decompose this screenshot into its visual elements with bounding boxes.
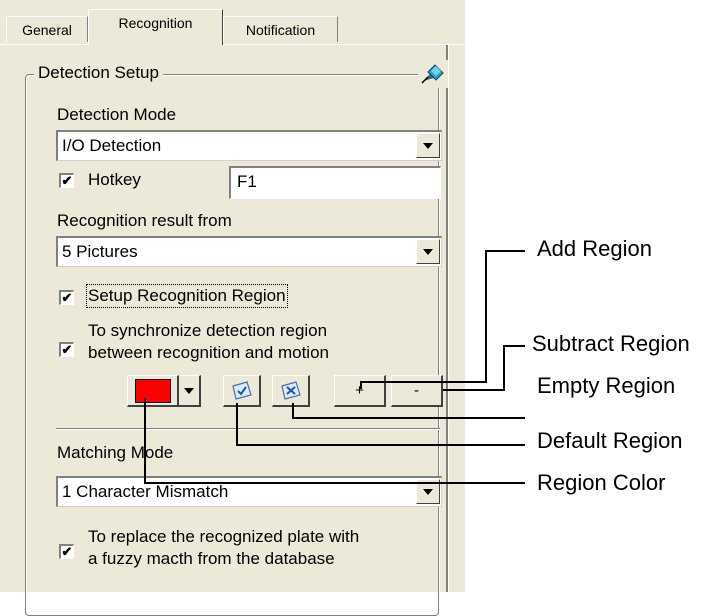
tab-notification[interactable]: Notification bbox=[223, 16, 338, 42]
callout-line bbox=[443, 389, 505, 391]
callout-line bbox=[236, 403, 238, 446]
sync-label-line1: To synchronize detection region bbox=[88, 321, 328, 340]
callout-default-region: Default Region bbox=[537, 428, 683, 453]
setup-region-label[interactable]: Setup Recognition Region bbox=[86, 284, 288, 308]
separator bbox=[56, 428, 440, 429]
detection-mode-label: Detection Mode bbox=[57, 105, 177, 124]
matching-mode-value: 1 Character Mismatch bbox=[62, 482, 229, 501]
callout-subtract-region: Subtract Region bbox=[532, 331, 690, 356]
tab-bar: General Recognition Notification bbox=[0, 0, 465, 46]
empty-region-icon bbox=[280, 380, 301, 400]
detection-mode-select[interactable]: I/O Detection bbox=[56, 130, 442, 161]
hotkey-input[interactable]: F1 bbox=[229, 166, 441, 199]
subtract-region-button[interactable]: - bbox=[391, 375, 443, 407]
matching-mode-select[interactable]: 1 Character Mismatch bbox=[56, 476, 442, 507]
sync-label-line2: between recognition and motion bbox=[88, 343, 329, 362]
callout-line bbox=[236, 444, 525, 446]
callout-line bbox=[485, 250, 487, 382]
group-title: Detection Setup bbox=[34, 63, 163, 83]
callout-line bbox=[360, 381, 362, 389]
callout-line bbox=[360, 381, 487, 383]
dropdown-arrow-icon[interactable] bbox=[416, 133, 440, 158]
tab-divider bbox=[0, 44, 465, 45]
callout-line bbox=[144, 482, 525, 484]
callout-add-region: Add Region bbox=[537, 236, 652, 261]
fuzzy-label-line1: To replace the recognized plate with bbox=[88, 527, 360, 546]
recognition-result-select[interactable]: 5 Pictures bbox=[56, 236, 442, 267]
callout-line bbox=[292, 417, 525, 419]
callout-line bbox=[485, 250, 525, 252]
default-region-button[interactable] bbox=[223, 375, 261, 407]
tab-recognition[interactable]: Recognition bbox=[88, 9, 223, 45]
dropdown-arrow-icon[interactable] bbox=[416, 239, 440, 264]
region-color-button[interactable] bbox=[127, 375, 179, 407]
hotkey-checkbox[interactable]: ✔ bbox=[59, 173, 74, 188]
settings-panel: General Recognition Notification Detecti… bbox=[0, 0, 465, 616]
recognition-result-label: Recognition result from bbox=[57, 211, 232, 230]
empty-region-button[interactable] bbox=[272, 375, 310, 407]
region-color-swatch bbox=[134, 378, 171, 403]
recognition-result-value: 5 Pictures bbox=[62, 242, 138, 261]
fuzzy-match-checkbox[interactable]: ✔ bbox=[59, 544, 74, 559]
callout-line bbox=[503, 345, 525, 347]
fuzzy-label-line2: a fuzzy macth from the database bbox=[88, 549, 335, 568]
pin-button[interactable] bbox=[418, 60, 448, 88]
hotkey-label: Hotkey bbox=[88, 170, 141, 189]
callout-line bbox=[144, 398, 146, 484]
default-region-icon bbox=[231, 380, 252, 400]
callout-region-color: Region Color bbox=[537, 470, 666, 495]
setup-region-checkbox[interactable]: ✔ bbox=[59, 290, 74, 305]
sync-checkbox[interactable]: ✔ bbox=[59, 342, 74, 357]
hotkey-value: F1 bbox=[237, 172, 257, 191]
pin-icon bbox=[421, 64, 444, 84]
detection-mode-value: I/O Detection bbox=[62, 136, 162, 155]
callout-line bbox=[503, 345, 505, 390]
panel-edge bbox=[446, 45, 448, 592]
add-region-button[interactable]: + bbox=[334, 375, 386, 407]
tab-general[interactable]: General bbox=[6, 16, 88, 42]
region-color-dropdown[interactable] bbox=[179, 375, 201, 407]
callout-empty-region: Empty Region bbox=[537, 373, 676, 398]
matching-mode-label: Matching Mode bbox=[57, 443, 174, 462]
dropdown-arrow-icon bbox=[184, 387, 194, 394]
